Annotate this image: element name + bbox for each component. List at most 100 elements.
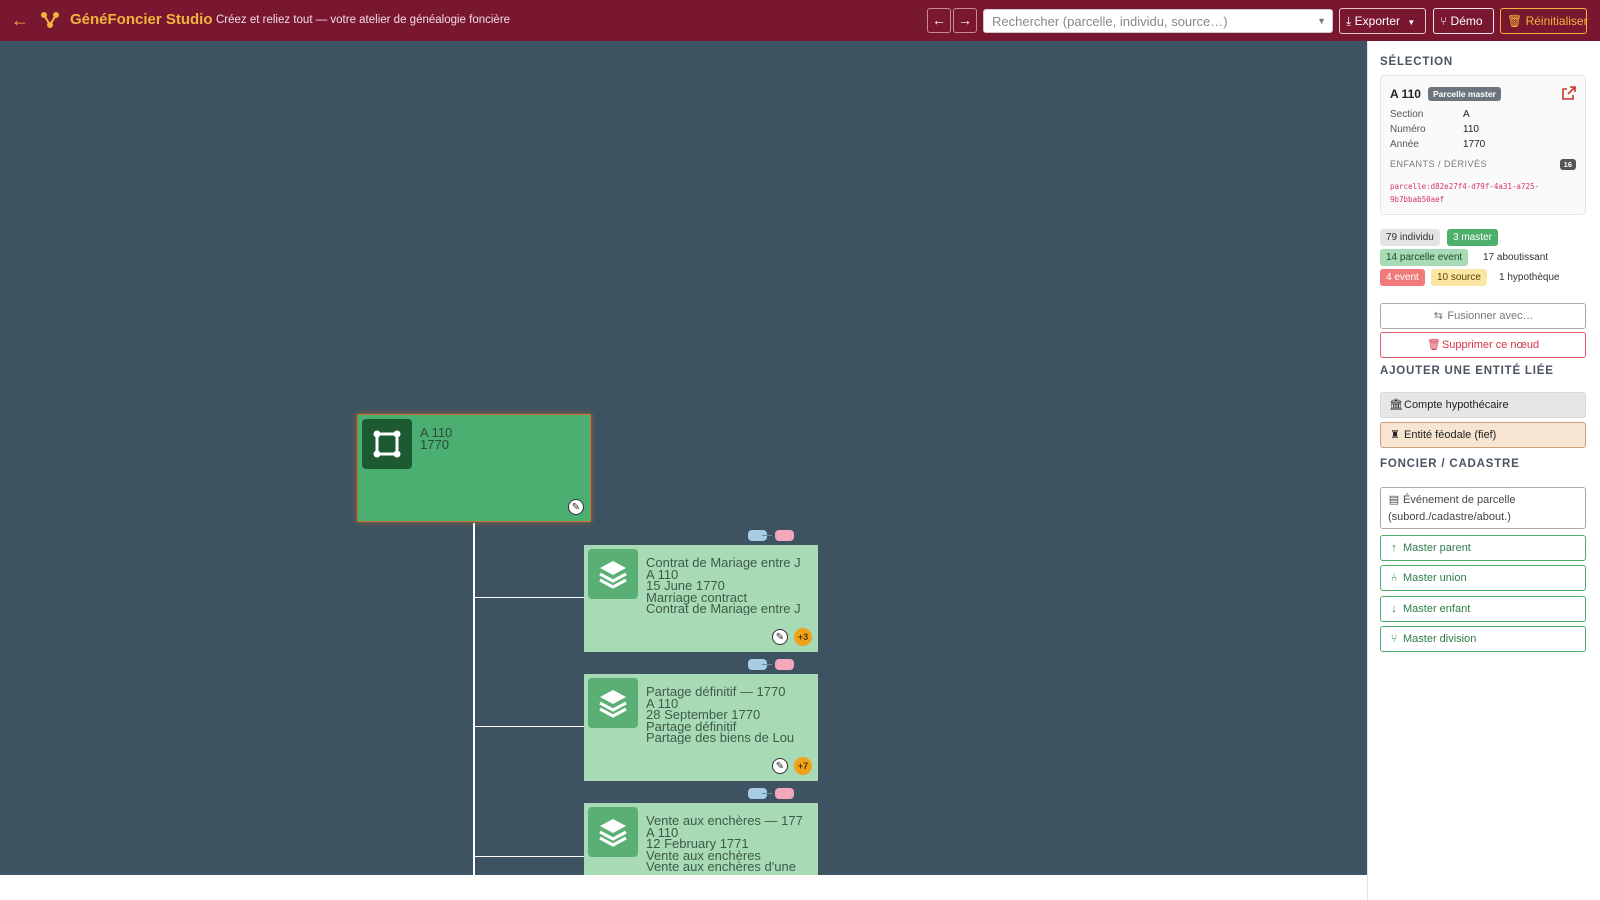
extra-count-badge[interactable]: +7	[794, 757, 812, 775]
canvas-footer-strip	[0, 875, 1367, 900]
add-master-enfant-button[interactable]: ↓ Master enfant	[1380, 596, 1586, 622]
master-parcel-node[interactable]: A 110 1770 ✎	[357, 414, 591, 522]
stat-event-badge: 4 event	[1380, 269, 1425, 286]
couple-connector	[762, 535, 772, 536]
female-link-pill[interactable]	[775, 530, 794, 541]
search-input[interactable]: Rechercher (parcelle, individu, source…)…	[983, 9, 1333, 33]
female-link-pill[interactable]	[775, 788, 794, 799]
bank-icon: 🏛	[1389, 399, 1403, 411]
stat-master-badge: 3 master	[1447, 229, 1498, 246]
demo-button[interactable]: ⑂ Démo	[1433, 8, 1494, 34]
union-icon: ⑃	[1390, 572, 1398, 584]
arrow-right-icon: →	[958, 12, 972, 28]
parcel-event-node[interactable]: Partage définitif — 1770 A 110 28 Septem…	[584, 674, 818, 781]
app-title: GénéFoncier Studio	[70, 11, 213, 28]
tree-branch-line	[474, 856, 584, 857]
event-parcelle-label: Événement de parcelle (subord./cadastre/…	[1388, 494, 1516, 523]
female-link-pill[interactable]	[775, 659, 794, 670]
field-key: Numéro	[1390, 124, 1426, 135]
node-uuid: parcelle:d82e27f4-d79f-4a31-a725-9b7bbab…	[1390, 182, 1540, 204]
master-node-text: A 110 1770	[420, 427, 452, 450]
arrow-down-icon: ↓	[1391, 603, 1397, 615]
selection-title: A 110	[1390, 87, 1421, 101]
graph-canvas[interactable]: A 110 1770 ✎ Contrat de Mariage entre J …	[0, 41, 1367, 875]
edit-icon[interactable]: ✎	[772, 758, 788, 774]
fork-icon: ⑂	[1390, 633, 1398, 645]
reset-button[interactable]: 🗑 Réinitialiser	[1500, 8, 1588, 34]
field-value: A	[1463, 109, 1470, 120]
field-value: 110	[1463, 124, 1479, 135]
stat-individu-badge: 79 individu	[1380, 229, 1440, 246]
add-parcel-event-button[interactable]: ▤ Événement de parcelle (subord./cadastre…	[1380, 487, 1586, 529]
event-node-text: Vente aux enchères — 177 A 110 12 Februa…	[646, 815, 814, 873]
trash-icon: 🗑	[1507, 14, 1523, 28]
event-description: Partage des biens de Lou	[646, 730, 795, 744]
top-bar: ← GénéFoncier Studio Créez et reliez tou…	[0, 0, 1600, 41]
master-parent-label: Master parent	[1403, 542, 1471, 554]
event-description: Contrat de Mariage entre J	[646, 601, 801, 615]
foncier-section-title: FONCIER / CADASTRE	[1380, 458, 1520, 470]
stat-hypotheque-badge: 1 hypothèque	[1499, 272, 1560, 283]
couple-connector	[762, 664, 772, 665]
event-node-text: Contrat de Mariage entre J A 110 15 June…	[646, 557, 814, 615]
clipboard-icon: ▤	[1388, 494, 1400, 506]
external-link-icon[interactable]	[1562, 86, 1576, 100]
export-button[interactable]: ⤓ Exporter ▼	[1339, 8, 1426, 34]
tower-icon: ♜	[1390, 429, 1400, 441]
add-master-division-button[interactable]: ⑂ Master division	[1380, 626, 1586, 652]
parcel-event-node[interactable]: Contrat de Mariage entre J A 110 15 June…	[584, 545, 818, 652]
parcel-event-node[interactable]: Vente aux enchères — 177 A 110 12 Februa…	[584, 803, 818, 875]
add-master-union-button[interactable]: ⑃ Master union	[1380, 565, 1586, 591]
master-union-label: Master union	[1403, 572, 1467, 584]
selection-card: A 110 Parcelle master Section A Numéro 1…	[1380, 75, 1586, 215]
master-division-label: Master division	[1403, 633, 1477, 645]
field-key: Année	[1390, 139, 1419, 150]
trash-icon: 🗑	[1426, 339, 1441, 351]
delete-label: Supprimer ce nœud	[1441, 339, 1540, 351]
family-tree-logo-icon	[41, 12, 59, 28]
selection-section-title: SÉLECTION	[1380, 56, 1454, 68]
tree-branch-line	[474, 726, 584, 727]
node-type-badge: Parcelle master	[1428, 87, 1501, 101]
layers-icon	[588, 807, 638, 857]
edit-icon[interactable]: ✎	[772, 629, 788, 645]
children-count-badge: 16	[1559, 159, 1576, 170]
master-enfant-label: Master enfant	[1403, 603, 1471, 615]
add-entity-section-title: AJOUTER UNE ENTITÉ LIÉE	[1380, 365, 1554, 377]
merge-label: Fusionner avec…	[1447, 310, 1534, 322]
add-master-parent-button[interactable]: ↑ Master parent	[1380, 535, 1586, 561]
merge-button[interactable]: ⇆ Fusionner avec…	[1380, 303, 1586, 329]
layers-icon	[588, 549, 638, 599]
event-description: Vente aux enchères d'une	[646, 859, 796, 873]
stat-parcelle-event-badge: 14 parcelle event	[1380, 249, 1469, 266]
reset-label: Réinitialiser	[1525, 14, 1588, 28]
search-placeholder: Rechercher (parcelle, individu, source…)	[992, 14, 1228, 29]
field-value: 1770	[1463, 139, 1486, 150]
compte-label: Compte hypothécaire	[1404, 399, 1509, 411]
branch-icon: ⑂	[1440, 14, 1448, 28]
merge-icon: ⇆	[1433, 310, 1443, 322]
redo-arrow-right-button[interactable]: →	[953, 8, 977, 33]
undo-arrow-left-button[interactable]: ←	[927, 8, 951, 33]
add-feudal-entity-button[interactable]: ♜ Entité féodale (fief)	[1380, 422, 1586, 448]
delete-node-button[interactable]: 🗑Supprimer ce nœud	[1380, 332, 1586, 358]
chevron-down-icon: ▼	[1407, 18, 1416, 27]
layers-icon	[588, 678, 638, 728]
event-node-text: Partage définitif — 1770 A 110 28 Septem…	[646, 686, 814, 744]
tree-trunk-line	[473, 523, 475, 875]
edit-icon[interactable]: ✎	[568, 499, 584, 515]
back-arrow-icon[interactable]: ←	[10, 10, 30, 30]
add-mortgage-account-button[interactable]: 🏛Compte hypothécaire	[1380, 392, 1586, 418]
stat-aboutissant-badge: 17 aboutissant	[1483, 252, 1549, 263]
parcel-shape-icon	[362, 419, 412, 469]
arrow-up-icon: ↑	[1391, 542, 1397, 554]
demo-label: Démo	[1450, 14, 1483, 28]
extra-count-badge[interactable]: +3	[794, 628, 812, 646]
couple-connector	[762, 793, 772, 794]
master-node-line: 1770	[420, 436, 449, 450]
details-sidebar: SÉLECTION A 110 Parcelle master Section …	[1367, 41, 1600, 900]
tree-branch-line	[474, 597, 584, 598]
arrow-left-icon: ←	[932, 12, 946, 28]
field-key: Section	[1390, 109, 1424, 120]
chevron-down-icon[interactable]: ▼	[1317, 16, 1326, 26]
